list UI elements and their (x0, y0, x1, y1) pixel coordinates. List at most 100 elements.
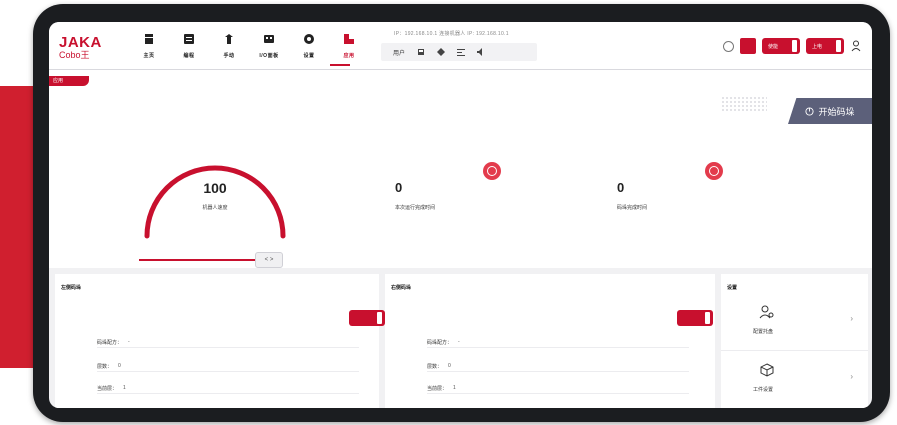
page: JAKA Cobo王 主页 编程 手动 I/O面板 设置 应用 IP：192.1… (0, 0, 897, 425)
row-value: 1 (453, 385, 456, 391)
nav-item-app[interactable]: 应用 (329, 30, 369, 68)
settings-icon (302, 32, 316, 46)
align-icon[interactable] (457, 48, 466, 56)
row-key: 当前层： (97, 385, 118, 392)
left-pallet-toggle[interactable] (349, 310, 385, 326)
target-icon (483, 162, 501, 180)
stat-card-run-time: 0 本次运行完成时间 (389, 158, 517, 234)
brand-logo: JAKA Cobo王 (59, 35, 109, 60)
top-bar: JAKA Cobo王 主页 编程 手动 I/O面板 设置 应用 IP：192.1… (49, 22, 872, 70)
main-nav: 主页 编程 手动 I/O面板 设置 应用 (129, 30, 369, 68)
nav-label: I/O面板 (259, 53, 279, 59)
nav-active-underline (330, 64, 350, 66)
panel-row[interactable]: 层数： 0 (427, 360, 689, 372)
stat-card-pallet-time: 0 码垛完成时间 (611, 158, 739, 234)
stat-label: 本次运行完成时间 (395, 205, 436, 211)
panel-row[interactable]: 当前层： 1 (427, 382, 689, 394)
nav-item-program[interactable]: 编程 (169, 30, 209, 68)
row-value: 1 (123, 385, 126, 391)
speed-label: 机器人速度 (202, 205, 228, 211)
chevron-right-icon: › (850, 372, 853, 381)
row-field (427, 371, 689, 372)
row-field (427, 393, 689, 394)
panel-title: 设置 (727, 285, 738, 291)
stat-value: 0 (395, 180, 403, 195)
nav-label: 设置 (303, 53, 315, 59)
panel-row[interactable]: 码垛配方： - (427, 336, 689, 348)
panel-row[interactable]: 码垛配方： - (97, 336, 359, 348)
diamond-icon[interactable] (437, 48, 446, 56)
settings-card-pallet[interactable]: 配置托盘 › (731, 298, 859, 346)
settings-card-label: 工件设置 (753, 387, 774, 393)
speed-slider-knob[interactable]: < > (255, 252, 283, 268)
nav-item-manual[interactable]: 手动 (209, 30, 249, 68)
row-key: 层数： (97, 363, 113, 370)
panel-left-pallet: 左侧码垛 码垛配方： - 层数： 0 当前层： 1 (55, 274, 385, 408)
power-icon (805, 106, 815, 116)
settings-card-label: 配置托盘 (753, 329, 774, 335)
nav-label: 手动 (223, 53, 235, 59)
toolbar: 用户 (381, 43, 537, 61)
app-tag: 应用 (49, 76, 89, 86)
row-value: 0 (448, 363, 451, 369)
dashboard-upper: 开始码垛 100 机器人速度 < > 0 本次运行完成时间 0 码垛完成时间 (49, 70, 872, 268)
io-panel-icon (262, 32, 276, 46)
nav-label: 主页 (143, 53, 155, 59)
enable-toggle[interactable]: 使能 (762, 38, 800, 54)
power-toggle-label: 上电 (812, 44, 823, 50)
user-icon[interactable] (850, 39, 862, 53)
alarm-icon[interactable] (740, 38, 756, 54)
stat-value: 0 (617, 180, 625, 195)
row-field (97, 371, 359, 372)
speaker-icon[interactable] (477, 48, 485, 56)
panel-settings: 设置 配置托盘 › 工件设置 › (721, 274, 868, 408)
start-palletizing-button[interactable]: 开始码垛 (788, 98, 872, 124)
row-value: - (128, 339, 130, 345)
connection-status: IP：192.168.10.1 连接机器人 IP: 192.168.10.1 (394, 31, 509, 37)
speed-value: 100 (203, 180, 227, 196)
save-icon[interactable] (417, 48, 425, 56)
cube-icon (759, 362, 775, 378)
divider (721, 350, 868, 351)
panel-row[interactable]: 层数： 0 (97, 360, 359, 372)
mode-label[interactable]: 用户 (393, 48, 405, 57)
nav-item-io-panel[interactable]: I/O面板 (249, 30, 289, 68)
nav-label: 应用 (343, 53, 355, 59)
chevron-right-icon: › (850, 314, 853, 323)
nav-item-settings[interactable]: 设置 (289, 30, 329, 68)
settings-card-workpiece[interactable]: 工件设置 › (731, 356, 859, 404)
row-field (97, 347, 359, 348)
tablet-frame: JAKA Cobo王 主页 编程 手动 I/O面板 设置 应用 IP：192.1… (33, 4, 890, 422)
row-value: - (458, 339, 460, 345)
row-key: 码垛配方： (97, 339, 123, 346)
start-button-label: 开始码垛 (818, 106, 855, 117)
nav-item-home[interactable]: 主页 (129, 30, 169, 68)
manual-icon (222, 32, 236, 46)
nav-label: 编程 (183, 53, 195, 59)
panel-title: 右侧码垛 (391, 285, 412, 291)
panel-right-pallet: 右侧码垛 码垛配方： - 层数： 0 当前层： 1 (385, 274, 715, 408)
row-key: 层数： (427, 363, 443, 370)
home-icon (142, 32, 156, 46)
row-field (427, 347, 689, 348)
row-key: 码垛配方： (427, 339, 453, 346)
stat-label: 码垛完成时间 (617, 205, 648, 211)
decorative-dots (721, 96, 767, 112)
panel-title: 左侧码垛 (61, 285, 82, 291)
row-value: 0 (118, 363, 121, 369)
power-toggle[interactable]: 上电 (806, 38, 844, 54)
right-tools: 使能 上电 (723, 36, 862, 56)
row-field (97, 393, 359, 394)
brand-sub: Cobo王 (59, 50, 90, 60)
row-key: 当前层： (427, 385, 448, 392)
enable-toggle-label: 使能 (768, 44, 779, 50)
speed-slider-track[interactable] (139, 259, 263, 261)
program-icon (182, 32, 196, 46)
right-pallet-toggle[interactable] (677, 310, 713, 326)
app-icon (342, 32, 356, 46)
headset-icon[interactable] (723, 40, 734, 52)
tablet-screen: JAKA Cobo王 主页 编程 手动 I/O面板 设置 应用 IP：192.1… (49, 22, 872, 408)
panel-row[interactable]: 当前层： 1 (97, 382, 359, 394)
target-icon (705, 162, 723, 180)
user-settings-icon (759, 304, 775, 320)
